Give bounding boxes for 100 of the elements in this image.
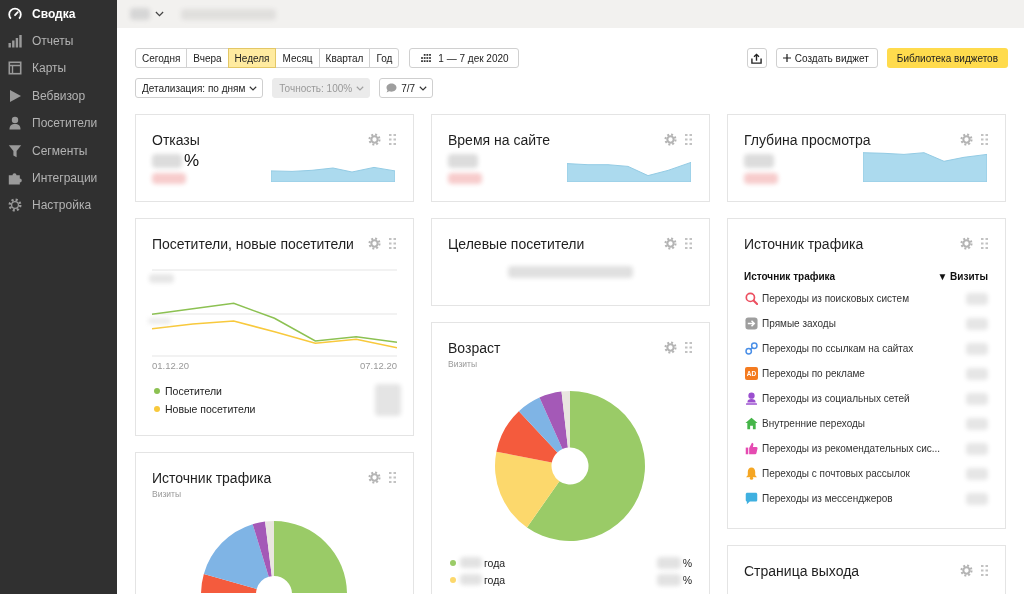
person-icon: [745, 392, 758, 405]
widget-title: Время на сайте: [448, 131, 552, 148]
arrow-right-icon: [745, 317, 758, 330]
drag-handle-icon[interactable]: [981, 134, 988, 145]
source-name: Внутренние переходы: [762, 418, 866, 429]
source-name: Переходы по рекламе: [762, 368, 866, 379]
widget-title: Источник трафика: [744, 235, 865, 252]
sidebar-item[interactable]: Вебвизор: [0, 82, 117, 110]
bar-chart-icon: [8, 34, 22, 49]
blurred-value: [375, 384, 401, 416]
blurred-value: [966, 467, 988, 480]
sidebar-item[interactable]: Настройка: [0, 191, 117, 220]
blurred-value: [148, 318, 171, 324]
sidebar-item[interactable]: Отчеты: [0, 27, 117, 55]
blurred-value: [656, 556, 681, 569]
drag-handle-icon[interactable]: [981, 238, 988, 249]
axis-label: 07.12.20: [360, 360, 397, 372]
thumbs-up-icon: [745, 442, 758, 455]
column-header[interactable]: ▼ Визиты: [937, 270, 988, 282]
widget-title: Посетители, новые посетители: [152, 235, 355, 252]
blurred-value: [744, 153, 774, 168]
sidebar-item[interactable]: Карты: [0, 54, 117, 83]
widget-library-button[interactable]: Библиотека виджетов: [886, 48, 1008, 68]
drag-handle-icon[interactable]: [389, 238, 396, 249]
play-icon: [8, 88, 22, 103]
period-tab[interactable]: Неделя: [227, 48, 277, 68]
drag-handle-icon[interactable]: [685, 238, 692, 249]
chevron-down-icon: [356, 85, 365, 91]
chevron-down-icon[interactable]: [155, 11, 164, 17]
blurred-value: [744, 173, 778, 184]
puzzle-icon: [8, 171, 22, 186]
legend-label: года: [484, 556, 506, 569]
drag-handle-icon[interactable]: [981, 565, 988, 576]
sidebar-item[interactable]: Посетители: [0, 109, 117, 137]
blurred-value: [460, 557, 482, 568]
settings-icon[interactable]: [368, 471, 381, 484]
speech-bubble-icon: [745, 492, 758, 505]
settings-icon[interactable]: [664, 133, 677, 146]
unit-label: %: [184, 150, 200, 171]
blurred-value: [448, 153, 478, 168]
chart-subtitle: Визиты: [448, 359, 479, 370]
source-name: Переходы с почтовых рассылок: [762, 468, 911, 479]
blurred-value: [966, 342, 988, 355]
source-name: Переходы из поисковых систем: [762, 293, 910, 304]
sidebar-item[interactable]: Сегменты: [0, 136, 117, 165]
sidebar-item[interactable]: Интеграции: [0, 164, 117, 192]
blurred-value: [966, 317, 988, 330]
date-range-button[interactable]: 1 — 7 дек 2020: [409, 48, 519, 68]
settings-icon[interactable]: [960, 237, 973, 250]
drag-handle-icon[interactable]: [685, 342, 692, 353]
period-tab[interactable]: Сегодня: [135, 48, 188, 68]
blurred-value: [656, 573, 681, 586]
settings-icon[interactable]: [664, 341, 677, 354]
settings-icon[interactable]: [960, 133, 973, 146]
layout-icon: [8, 61, 22, 76]
blurred-value: [966, 392, 988, 405]
legend-label: Новые посетители: [165, 403, 256, 415]
sidebar-item[interactable]: Сводка: [0, 0, 117, 28]
source-name: Переходы из рекомендательных сис...: [762, 443, 942, 454]
settings-icon[interactable]: [368, 133, 381, 146]
blurred-value: [966, 292, 988, 305]
unit-label: %: [682, 556, 692, 569]
blurred-value: [966, 367, 988, 380]
dot-grid-icon: [421, 54, 432, 62]
filter-dropdown[interactable]: Детализация: по дням: [135, 78, 264, 98]
period-tab[interactable]: Месяц: [275, 48, 320, 68]
bell-icon: [745, 467, 758, 480]
chart-subtitle: Визиты: [152, 489, 183, 500]
blurred-label: [130, 8, 150, 20]
share-button[interactable]: [746, 48, 767, 68]
source-name: Прямые заходы: [762, 318, 837, 329]
period-tab[interactable]: Год: [369, 48, 400, 68]
speech-bubble-icon: [386, 83, 398, 93]
settings-icon[interactable]: [960, 564, 973, 577]
period-tab[interactable]: Квартал: [318, 48, 371, 68]
drag-handle-icon[interactable]: [389, 134, 396, 145]
share-icon: [751, 52, 763, 64]
drag-handle-icon[interactable]: [389, 472, 396, 483]
blurred-value: [152, 173, 186, 184]
blurred-value: [152, 153, 182, 168]
legend-label: года: [484, 573, 506, 586]
settings-icon[interactable]: [664, 237, 677, 250]
settings-icon[interactable]: [368, 237, 381, 250]
chevron-down-icon: [249, 85, 258, 91]
blurred-value: [966, 417, 988, 430]
widget-title: Целевые посетители: [448, 235, 586, 252]
column-header[interactable]: Источник трафика: [744, 270, 836, 282]
house-icon: [745, 417, 758, 430]
widget-title: Страница выхода: [744, 562, 861, 579]
widget-title: Источник трафика: [152, 469, 273, 486]
create-widget-button[interactable]: Создать виджет: [775, 48, 878, 68]
blurred-value: [966, 442, 988, 455]
settings-icon: [8, 198, 22, 213]
blurred-value: [448, 173, 482, 184]
source-name: Переходы по ссылкам на сайтах: [762, 343, 915, 354]
person-icon: [8, 116, 22, 131]
period-tab[interactable]: Вчера: [186, 48, 229, 68]
filter-dropdown[interactable]: 7/7: [379, 78, 434, 98]
drag-handle-icon[interactable]: [685, 134, 692, 145]
source-name: Переходы из мессенджеров: [762, 493, 894, 504]
